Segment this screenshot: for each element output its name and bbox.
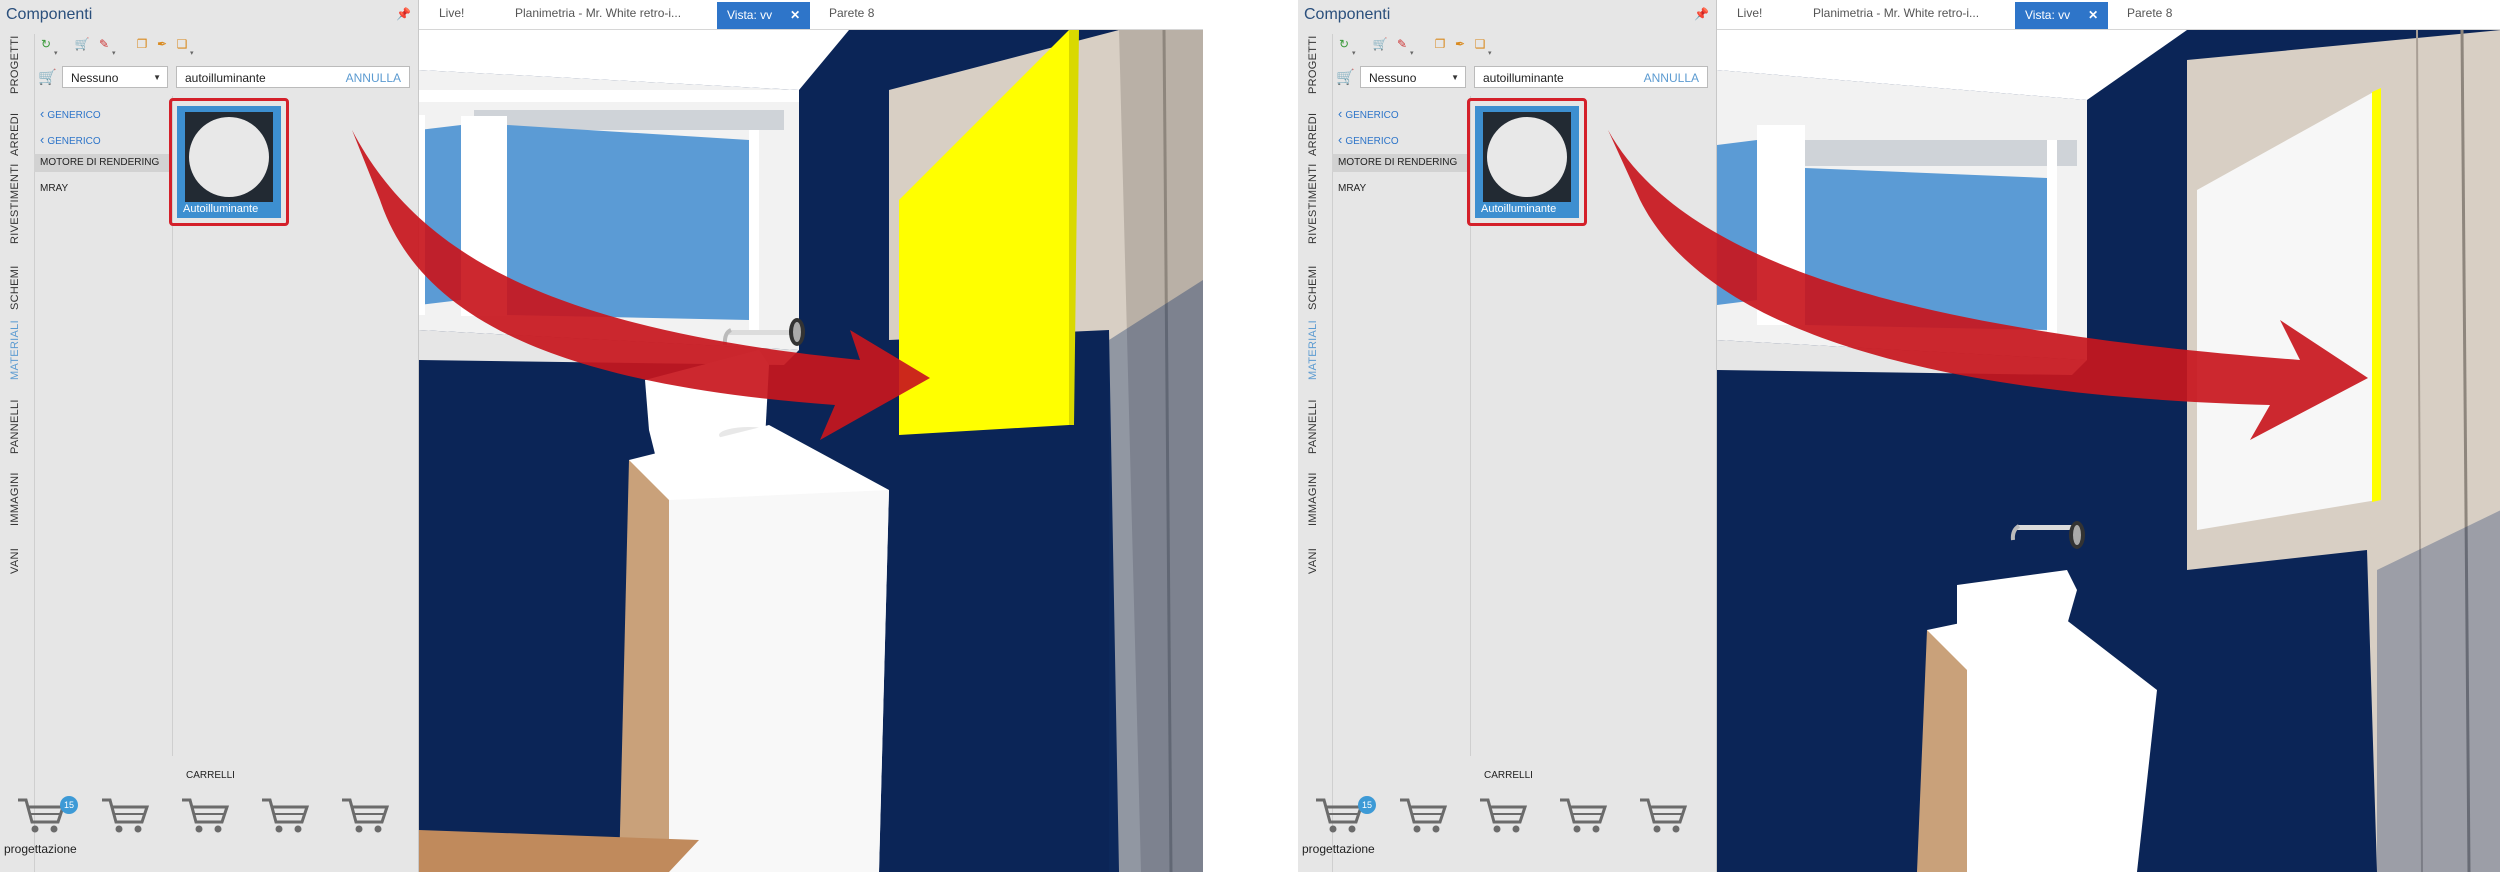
arrow-right-icon bbox=[1608, 130, 2368, 440]
annotation-arrows bbox=[352, 130, 2368, 440]
arrow-left-icon bbox=[352, 130, 930, 440]
